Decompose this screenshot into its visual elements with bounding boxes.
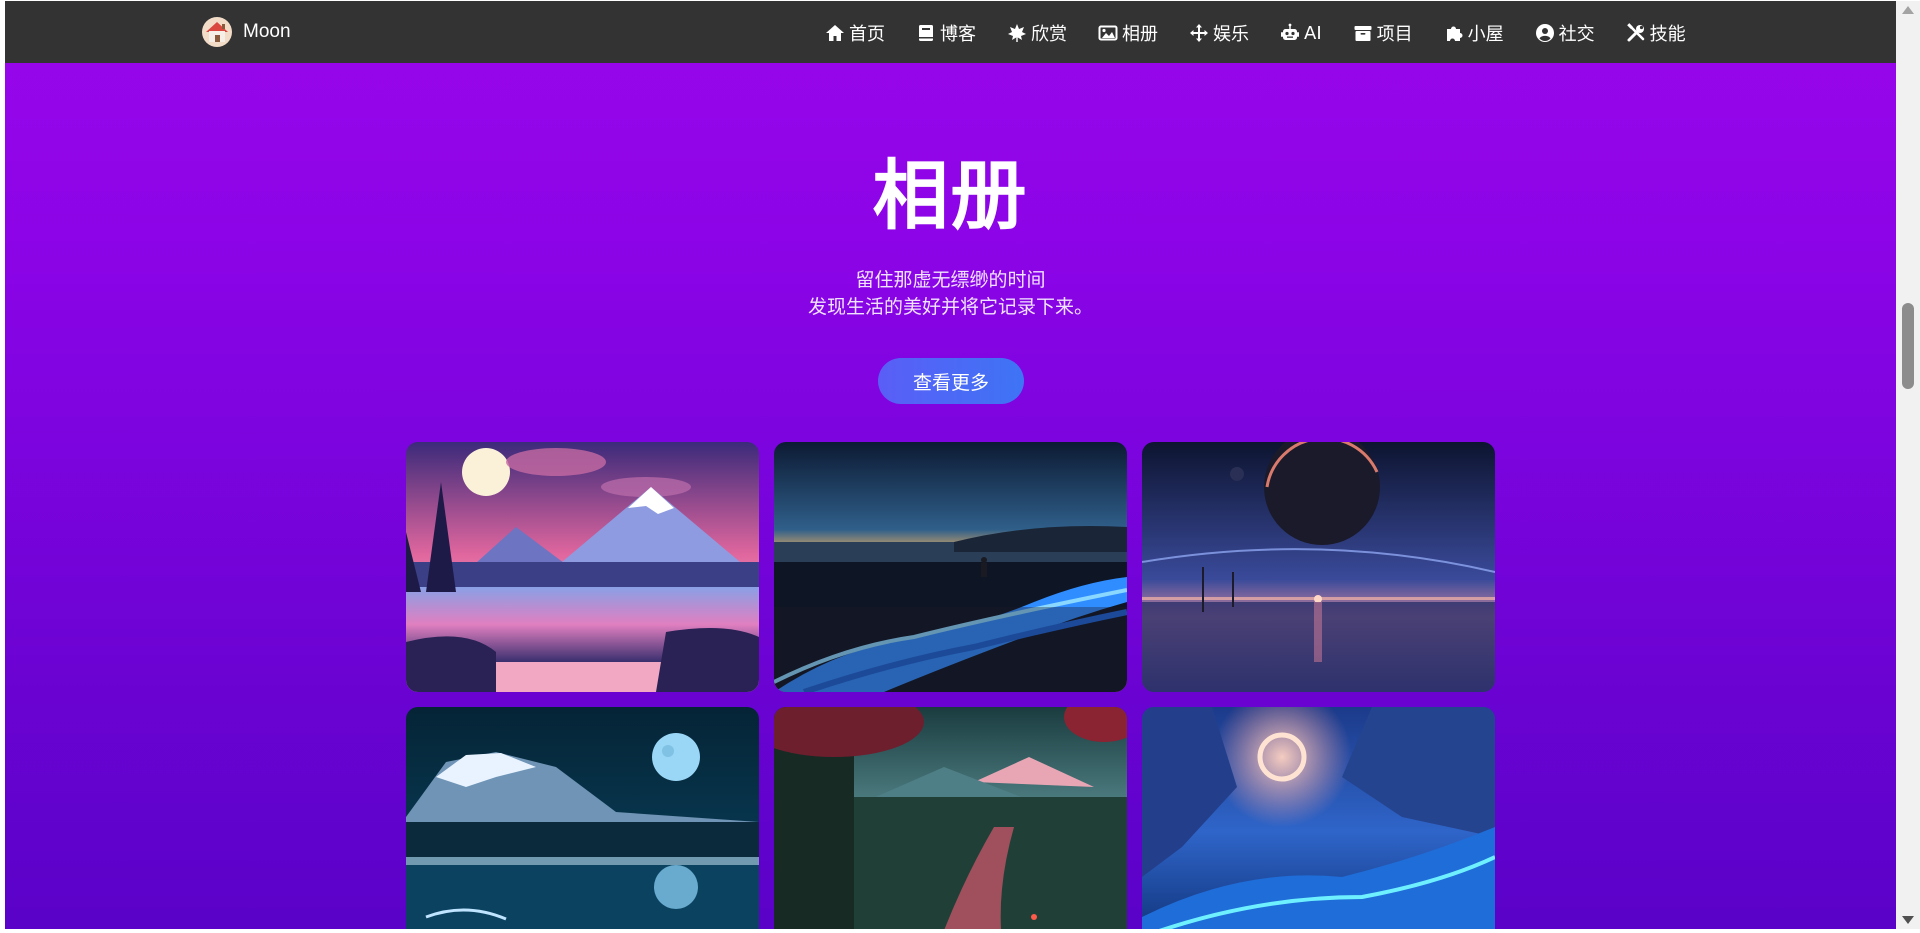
top-navbar: Moon 首页 博客 欣赏 相册 娱乐 AI 项目 小屋 社交 技能 xyxy=(5,1,1896,63)
photo-image xyxy=(406,707,759,929)
nav-item-home[interactable]: 首页 xyxy=(825,20,885,46)
leaf-icon xyxy=(1008,24,1026,42)
nav-item-ai[interactable]: AI xyxy=(1280,23,1322,44)
puzzle-icon xyxy=(1446,26,1463,41)
user-circle-icon xyxy=(1535,24,1554,42)
scroll-thumb[interactable] xyxy=(1902,303,1914,389)
nav-item-cabin[interactable]: 小屋 xyxy=(1444,20,1504,46)
view-more-button[interactable]: 查看更多 xyxy=(878,358,1024,404)
nav-item-label: 小屋 xyxy=(1467,24,1504,45)
tools-icon xyxy=(1626,23,1644,42)
photo-gallery xyxy=(406,442,1496,929)
vertical-scrollbar[interactable] xyxy=(1896,1,1920,929)
photo-image xyxy=(406,442,759,692)
nav-item-label: 娱乐 xyxy=(1213,24,1249,45)
nav-item-label: 社交 xyxy=(1558,24,1595,45)
photo-image xyxy=(1142,442,1495,692)
subtitle-line-2: 发现生活的美好并将它记录下来。 xyxy=(807,296,1093,318)
page-title: 相册 xyxy=(872,151,1029,240)
photo-image xyxy=(1142,707,1495,929)
page-subtitle: 留住那虚无缥缈的时间 发现生活的美好并将它记录下来。 xyxy=(5,267,1896,321)
page-frame: Moon 首页 博客 欣赏 相册 娱乐 AI 项目 小屋 社交 技能 相册 留住… xyxy=(5,1,1896,929)
gallery-photo-snowy-mountain-full-moon[interactable] xyxy=(406,707,759,929)
photo-image xyxy=(774,442,1127,692)
arrows-icon xyxy=(1190,24,1208,42)
nav-item-projects[interactable]: 项目 xyxy=(1353,20,1413,46)
nav-item-label: AI xyxy=(1304,22,1322,44)
house-icon xyxy=(202,17,232,47)
brand-name: Moon xyxy=(243,21,291,42)
main-nav: 首页 博客 欣赏 相册 娱乐 AI 项目 小屋 社交 技能 xyxy=(825,19,1686,47)
gallery-photo-glowing-shore-girl[interactable] xyxy=(774,442,1127,692)
archive-icon xyxy=(1354,26,1372,41)
nav-item-label: 相册 xyxy=(1122,24,1158,45)
scroll-down-arrow-icon[interactable] xyxy=(1902,916,1914,924)
nav-item-appreciate[interactable]: 欣赏 xyxy=(1007,20,1067,46)
nav-item-entertainment[interactable]: 娱乐 xyxy=(1189,20,1249,46)
image-icon xyxy=(1098,25,1118,41)
photo-image xyxy=(774,707,1127,929)
nav-item-social[interactable]: 社交 xyxy=(1535,20,1595,46)
nav-item-label: 技能 xyxy=(1649,24,1686,45)
nav-item-label: 首页 xyxy=(849,24,885,45)
nav-item-album[interactable]: 相册 xyxy=(1098,20,1158,46)
brand[interactable]: Moon xyxy=(201,16,291,48)
gallery-photo-village-river-lanterns[interactable] xyxy=(774,707,1127,929)
gallery-photo-glowing-ring-icy-cliffs[interactable] xyxy=(1142,707,1495,929)
subtitle-line-1: 留住那虚无缥缈的时间 xyxy=(855,269,1046,291)
nav-item-blog[interactable]: 博客 xyxy=(916,20,976,46)
nav-item-label: 欣赏 xyxy=(1031,24,1067,45)
scroll-up-arrow-icon[interactable] xyxy=(1902,6,1914,14)
book-icon xyxy=(919,25,933,41)
nav-item-skills[interactable]: 技能 xyxy=(1626,20,1686,46)
nav-item-label: 博客 xyxy=(940,24,976,45)
home-icon xyxy=(826,25,844,41)
gallery-photo-moon-mountain-lake[interactable] xyxy=(406,442,759,692)
gallery-photo-planet-horizon-sea[interactable] xyxy=(1142,442,1495,692)
robot-icon xyxy=(1281,23,1299,40)
nav-item-label: 项目 xyxy=(1376,24,1413,45)
